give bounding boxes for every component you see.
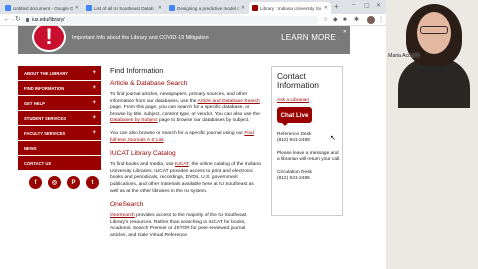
social-links: f ◎ P t	[29, 176, 101, 189]
browser-tab[interactable]: List of all IU Southeast Datab ✕	[83, 2, 165, 14]
covid-banner[interactable]: ! Important Info about the Library and C…	[18, 26, 350, 54]
minimize-icon[interactable]: –	[352, 2, 355, 8]
address-url: ius.edu/library/	[32, 17, 65, 23]
lock-icon	[26, 18, 29, 22]
paragraph-text: .	[163, 137, 165, 143]
browser-tab-title: Designing a predictive model o	[177, 5, 239, 11]
sidebar-item-label: STUDENT SERVICES	[24, 115, 67, 121]
sidebar-item-label: GET HELP	[24, 100, 45, 106]
browser-tab-title: Untitled document - Google Do	[13, 5, 73, 11]
paragraph-text: page to browse our databases by subject.	[157, 118, 250, 124]
close-tab-icon[interactable]: ✕	[75, 5, 79, 11]
browser-tab-strip: Untitled document - Google Do ✕ List of …	[0, 0, 386, 14]
browser-menu-icon[interactable]: ⋮	[378, 16, 384, 24]
facebook-icon[interactable]: f	[29, 176, 42, 189]
close-tab-icon[interactable]: ✕	[241, 5, 245, 11]
maximize-icon[interactable]: ▢	[364, 2, 370, 9]
browser-tab-title: List of all IU Southeast Datab	[94, 5, 154, 11]
bookmark-star-icon[interactable]: ☆	[323, 16, 328, 24]
sidebar-item-label: ABOUT THE LIBRARY	[24, 70, 69, 76]
extensions-puzzle-icon[interactable]: ✱	[354, 16, 359, 24]
sidebar-item-label: NEWS	[24, 145, 37, 151]
google-docs-favicon-icon	[5, 5, 11, 11]
paragraph-text: You can also browse or search for a spec…	[110, 130, 245, 136]
webcam-panel: Maria Accardi	[386, 0, 478, 269]
close-banner-icon[interactable]: ✕	[343, 29, 347, 35]
iucat-paragraph: To find books and media, use IUCAT, the …	[110, 162, 262, 195]
google-docs-favicon-icon	[169, 5, 175, 11]
participant-glasses	[420, 26, 448, 34]
expand-plus-icon[interactable]: +	[92, 115, 96, 121]
sidebar-item-find-information[interactable]: FIND INFORMATION +	[18, 81, 101, 96]
profile-avatar[interactable]	[367, 16, 375, 24]
sidebar-item-label: FIND INFORMATION	[24, 85, 65, 91]
contact-title: Contact Information	[277, 71, 319, 90]
expand-plus-icon[interactable]: +	[92, 85, 96, 91]
circulation-desk-phone: (812) 941-2485	[277, 176, 310, 182]
browser-tab-title: Library : Indiana University So	[260, 5, 322, 11]
close-tab-icon[interactable]: ✕	[158, 5, 162, 11]
browser-toolbar: ← → ↻ ius.edu/library/ ☆ ◆ ■ ✱ ⋮	[0, 14, 386, 26]
onesearch-paragraph: OneSearch provides access to the majorit…	[110, 213, 262, 239]
paragraph-text: page. From this page, you can search for…	[110, 105, 260, 117]
close-window-icon[interactable]: ✕	[376, 2, 381, 9]
sidebar-item-label: CONTACT US	[24, 160, 52, 166]
sidebar-item-about-the-library[interactable]: ABOUT THE LIBRARY +	[18, 66, 101, 81]
browser-tab-active[interactable]: Library : Indiana University So ✕	[249, 2, 331, 14]
article-database-paragraph: To find journal articles, newspapers, pr…	[110, 92, 262, 125]
extension-icon[interactable]: ■	[343, 16, 347, 24]
expand-plus-icon[interactable]: +	[92, 100, 96, 106]
voicemail-note: Please leave a message and a librarian w…	[277, 150, 341, 163]
article-database-search-link[interactable]: Article and Database Search	[198, 99, 260, 104]
main-content: Find Information Article & Database Sear…	[110, 66, 262, 246]
iucat-heading: IUCAT Library Catalog	[110, 150, 176, 158]
library-page: ! Important Info about the Library and C…	[0, 26, 386, 269]
sidebar-item-faculty-services[interactable]: FACULTY SERVICES +	[18, 126, 101, 141]
expand-plus-icon[interactable]: +	[92, 130, 96, 136]
alert-icon: !	[32, 26, 66, 52]
chat-live-button[interactable]: Chat Live	[277, 107, 312, 126]
mouse-cursor-icon: ↖	[330, 135, 336, 142]
expand-plus-icon[interactable]: +	[92, 70, 96, 76]
paragraph-text: To find books and media, use	[110, 162, 175, 168]
iucat-link[interactable]: IUCAT	[175, 162, 189, 167]
databases-by-subject-link[interactable]: Databases by Subject	[110, 118, 158, 123]
learn-more-link[interactable]: LEARN MORE	[281, 33, 336, 42]
address-bar[interactable]: ius.edu/library/	[22, 16, 318, 24]
sidebar-item-label: FACULTY SERVICES	[24, 130, 66, 136]
extension-icon[interactable]: ◆	[333, 16, 338, 24]
browser-tab[interactable]: Untitled document - Google Do ✕	[2, 2, 82, 14]
sidebar-item-student-services[interactable]: STUDENT SERVICES +	[18, 111, 101, 126]
browser-tab[interactable]: Designing a predictive model o ✕	[166, 2, 248, 14]
reload-icon[interactable]: ↻	[15, 15, 21, 25]
page-title: Find Information	[110, 66, 164, 75]
ask-a-librarian-link[interactable]: Ask a Librarian	[277, 98, 342, 103]
article-database-heading: Article & Database Search	[110, 80, 188, 87]
onesearch-link[interactable]: OneSearch	[110, 213, 135, 218]
sidebar-item-news[interactable]: NEWS	[18, 141, 101, 156]
sidebar-nav: ABOUT THE LIBRARY + FIND INFORMATION + G…	[18, 66, 101, 189]
close-tab-icon[interactable]: ✕	[324, 5, 328, 11]
new-tab-button[interactable]: +	[334, 2, 339, 11]
onesearch-heading: OneSearch	[110, 201, 144, 209]
participant-name: Maria Accardi	[388, 53, 420, 59]
twitter-icon[interactable]: t	[86, 176, 99, 189]
iu-favicon-icon	[252, 5, 258, 11]
sidebar-item-get-help[interactable]: GET HELP +	[18, 96, 101, 111]
instagram-icon[interactable]: ◎	[48, 176, 61, 189]
journals-paragraph: You can also browse or search for a spec…	[110, 131, 262, 144]
sidebar-item-contact-us[interactable]: CONTACT US	[18, 156, 101, 171]
covid-banner-text: Important Info about the Library and COV…	[72, 35, 209, 41]
google-sheets-favicon-icon	[86, 5, 92, 11]
pinterest-icon[interactable]: P	[67, 176, 80, 189]
